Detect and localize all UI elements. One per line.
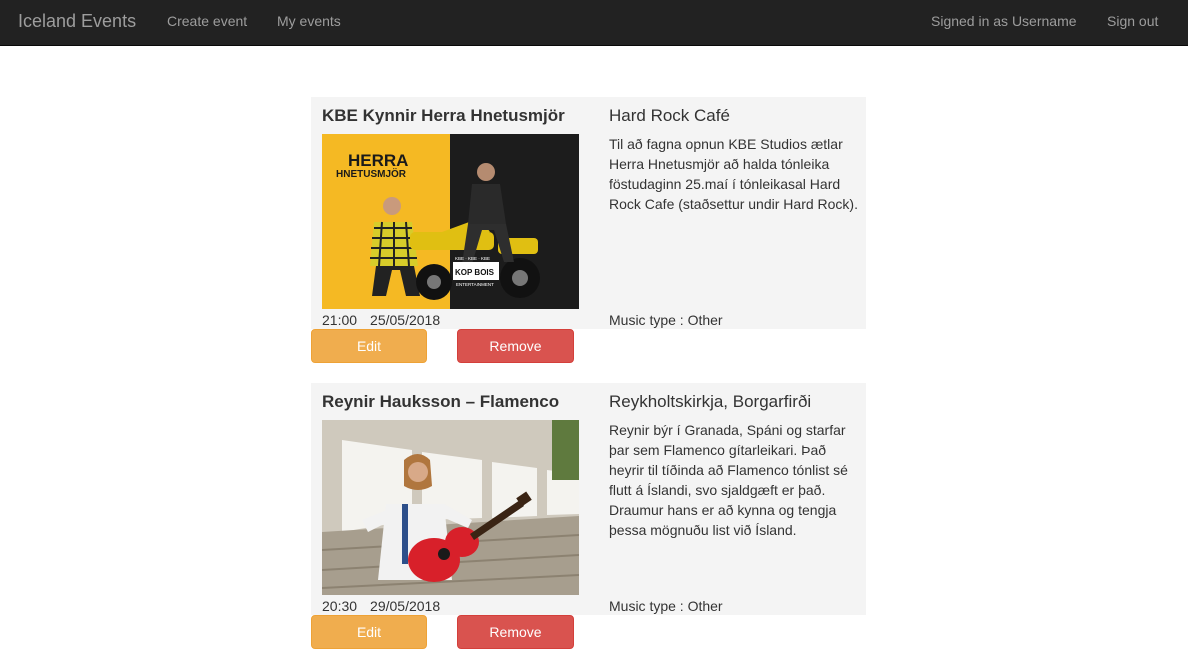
event-description: Reynir býr í Granada, Spáni og starfar þ…	[609, 422, 848, 538]
edit-button[interactable]: Edit	[311, 615, 427, 649]
event-card: Reynir Hauksson – Flamenco 20:30 29/05/2…	[311, 383, 866, 615]
event-title: Reynir Hauksson – Flamenco	[322, 392, 560, 411]
event-title: KBE Kynnir Herra Hnetusmjör	[322, 106, 565, 125]
event-location: Hard Rock Café	[609, 106, 730, 125]
poster-text-kbe: KBE · KBE · KBE	[455, 256, 490, 261]
poster-text-entertainment: ENTERTAINMENT	[456, 282, 494, 287]
remove-button[interactable]: Remove	[457, 329, 574, 363]
event-datetime: 21:00 25/05/2018	[322, 312, 440, 328]
create-event-link[interactable]: Create event	[167, 13, 247, 29]
event-date: 25/05/2018	[370, 312, 441, 328]
signed-in-user-text: Signed in as Username	[931, 13, 1077, 29]
poster-text-kopbois: KOP BOIS	[455, 268, 495, 277]
event-card: KBE Kynnir Herra Hnetusmjör HERRA HNETUS…	[311, 97, 866, 329]
event-music-type: Music type : Other	[609, 312, 723, 328]
event-image: HERRA HNETUSMJÖR KBE · KBE · KBE KOP BOI…	[322, 134, 579, 309]
event-location: Reykholtskirkja, Borgarfirði	[609, 392, 812, 411]
event-image	[322, 420, 579, 595]
event-date: 29/05/2018	[370, 598, 441, 614]
my-events-link[interactable]: My events	[277, 13, 341, 29]
remove-button[interactable]: Remove	[457, 615, 574, 649]
brand-link[interactable]: Iceland Events	[18, 11, 136, 32]
poster-text-name: HNETUSMJÖR	[336, 167, 407, 180]
event-description: Til að fagna opnun KBE Studios ætlar Her…	[609, 136, 858, 212]
event-datetime: 20:30 29/05/2018	[322, 598, 440, 614]
poster-text-herra: HERRA	[348, 151, 408, 170]
top-navbar: Iceland Events Create event My events Si…	[0, 0, 1188, 46]
event-time: 20:30	[322, 598, 358, 614]
event-music-type: Music type : Other	[609, 598, 723, 614]
event-time: 21:00	[322, 312, 358, 328]
edit-button[interactable]: Edit	[311, 329, 427, 363]
sign-out-link[interactable]: Sign out	[1107, 13, 1158, 29]
